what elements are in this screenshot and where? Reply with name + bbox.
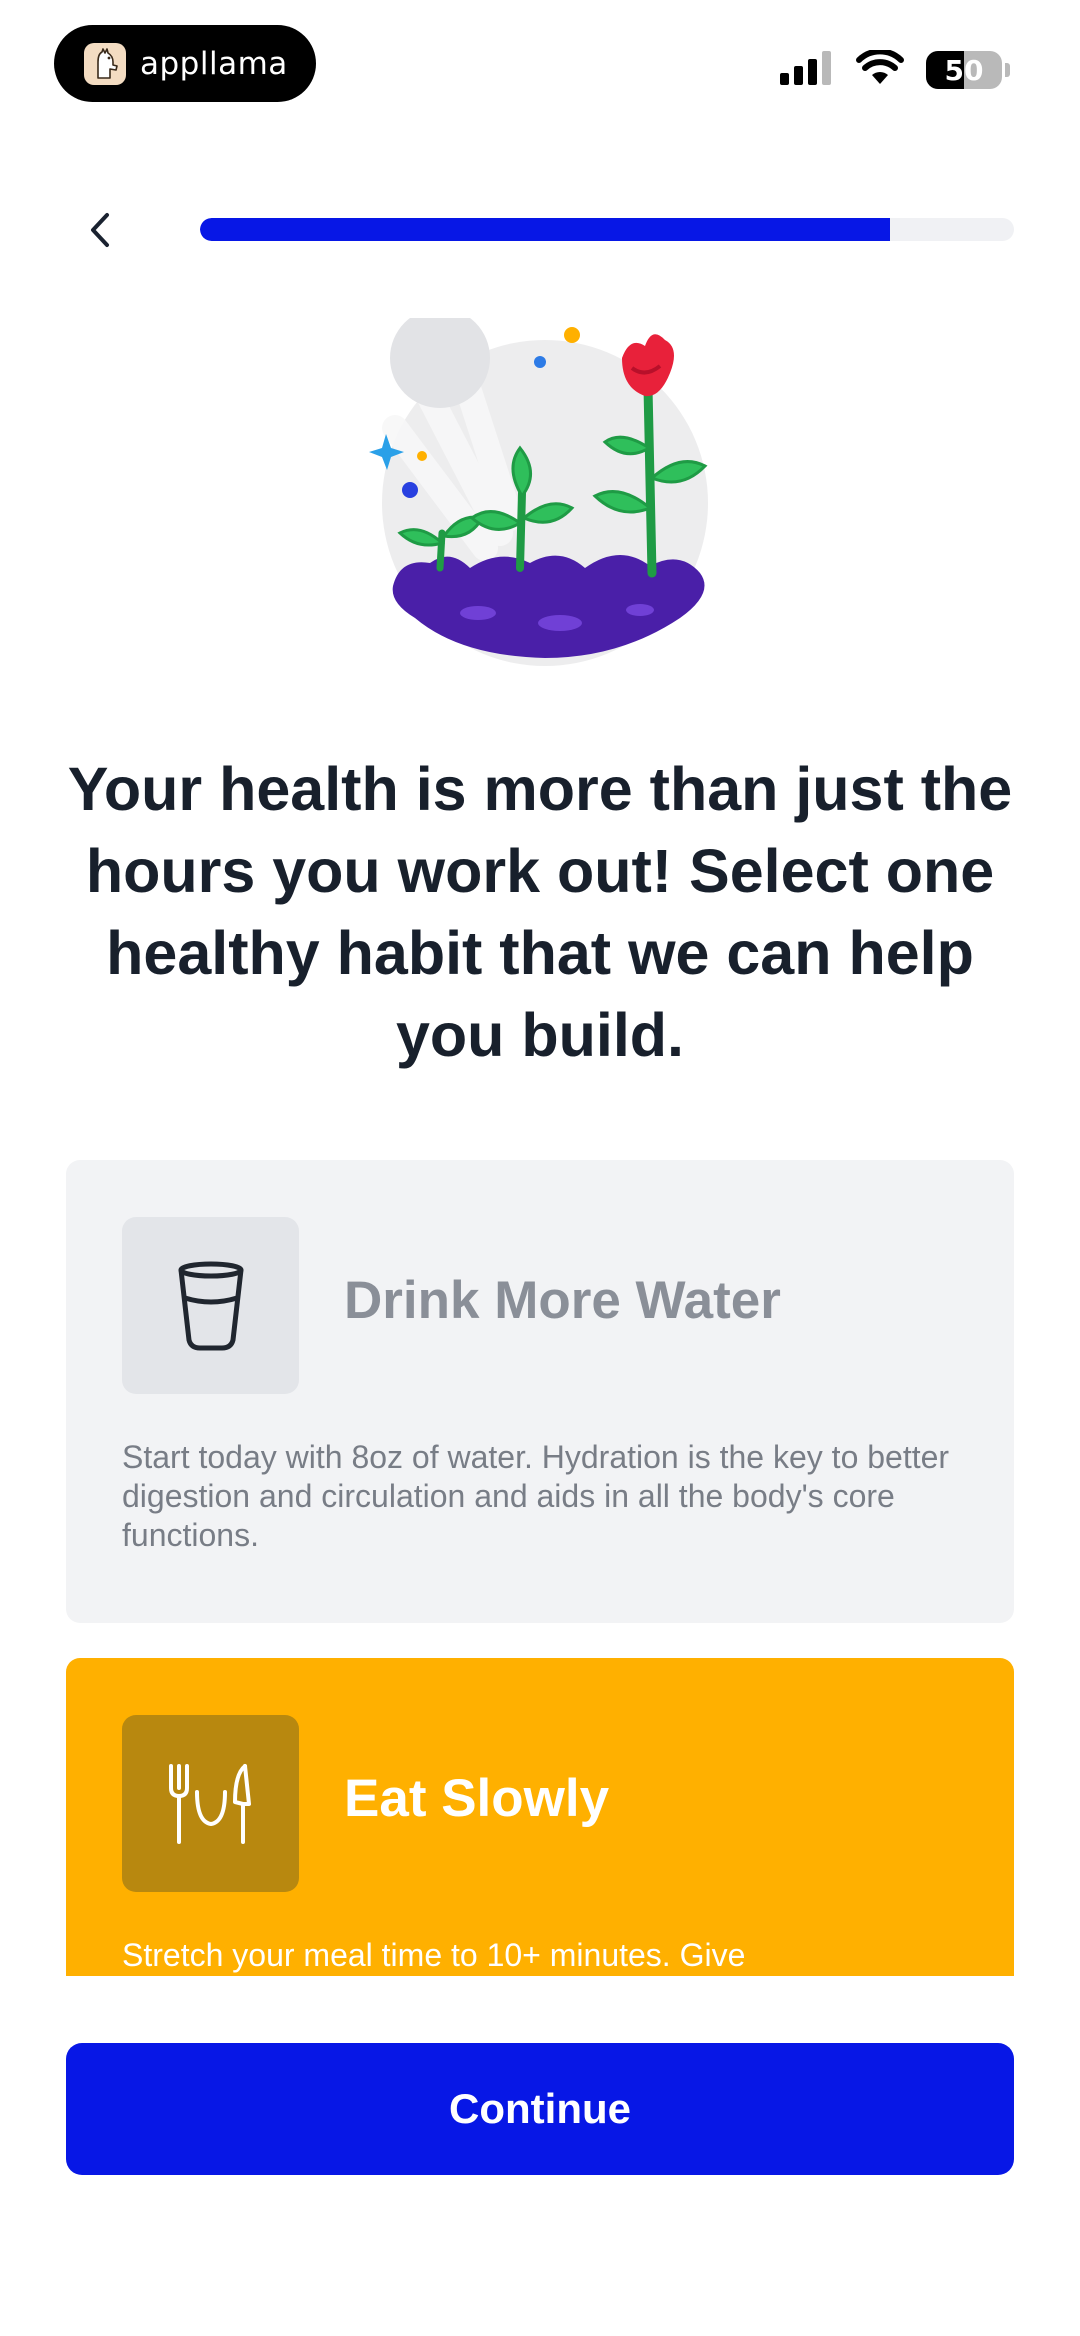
- progress-bar: [200, 218, 1014, 241]
- battery-icon: 50: [926, 51, 1010, 89]
- app-indicator-pill[interactable]: appllama: [54, 25, 316, 102]
- back-button[interactable]: [70, 200, 130, 260]
- water-glass-icon: [122, 1217, 299, 1394]
- habit-description: Start today with 8oz of water. Hydration…: [122, 1439, 950, 1553]
- progress-fill: [200, 218, 891, 241]
- app-name: appllama: [140, 45, 288, 82]
- plants-growing-illustration: [360, 308, 730, 668]
- habit-title: Drink More Water: [344, 1271, 781, 1330]
- habit-card-drink-more-water[interactable]: Drink More Water Start today with 8oz of…: [66, 1160, 1014, 1623]
- continue-button[interactable]: Continue: [66, 2043, 1014, 2175]
- battery-indicator: 50: [926, 51, 1002, 89]
- system-icons: 50: [780, 47, 1010, 91]
- battery-level: 50: [944, 53, 984, 87]
- wifi-icon: [856, 47, 904, 91]
- habit-card-eat-slowly[interactable]: Eat Slowly Stretch your meal time to 10+…: [66, 1658, 1014, 1976]
- llama-logo-icon: [84, 42, 126, 85]
- page-title: Your health is more than just the hours …: [67, 755, 1013, 1069]
- signal-icon: [780, 50, 834, 90]
- habit-description: Stretch your meal time to 10+ minutes. G…: [122, 1937, 746, 1973]
- fork-plate-knife-icon: [122, 1715, 299, 1892]
- habit-title: Eat Slowly: [344, 1769, 610, 1828]
- habit-list[interactable]: Drink More Water Start today with 8oz of…: [66, 1160, 1014, 1976]
- battery-tip: [1005, 63, 1010, 77]
- chevron-left-icon: [91, 213, 109, 247]
- status-bar: appllama 50: [0, 0, 1080, 120]
